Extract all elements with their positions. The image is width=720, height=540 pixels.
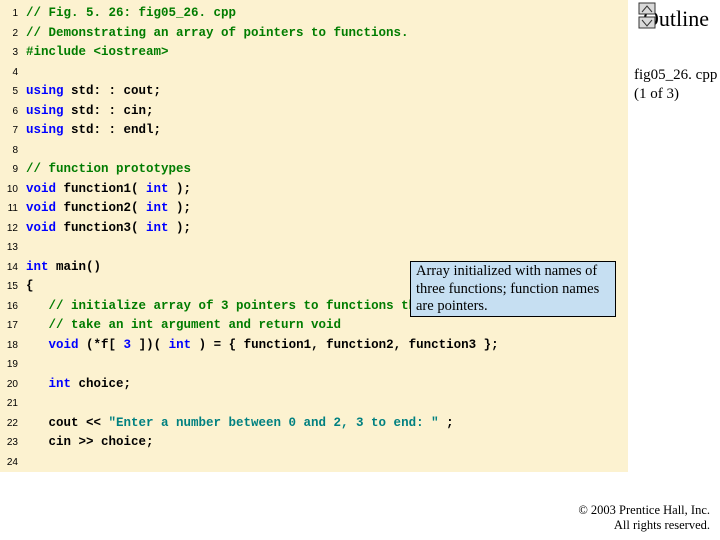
line-number: 5 [0, 82, 18, 102]
line-number: 17 [0, 316, 18, 336]
code-line: int choice; [26, 375, 499, 395]
code-line [26, 355, 499, 375]
code-line: #include <iostream> [26, 43, 499, 63]
line-number: 23 [0, 433, 18, 453]
line-number: 14 [0, 258, 18, 278]
code-line: void function1( int ); [26, 180, 499, 200]
annotation-callout: Array initialized with names of three fu… [410, 261, 616, 317]
line-number: 16 [0, 297, 18, 317]
code-line: void (*f[ 3 ])( int ) = { function1, fun… [26, 336, 499, 356]
line-number: 13 [0, 238, 18, 258]
line-number-gutter: 123456789101112131415161718192021222324 [0, 4, 18, 472]
code-line [26, 63, 499, 83]
copyright-line2: All rights reserved. [614, 518, 710, 532]
line-number: 21 [0, 394, 18, 414]
line-number: 10 [0, 180, 18, 200]
file-label: fig05_26. cpp (1 of 3) [634, 66, 720, 104]
code-panel: 123456789101112131415161718192021222324 … [0, 0, 628, 472]
file-part: (1 of 3) [634, 86, 679, 102]
outline-panel: Outline fig05_26. cpp (1 of 3) [632, 0, 720, 104]
copyright-line1: © 2003 Prentice Hall, Inc. [578, 503, 710, 517]
line-number: 1 [0, 4, 18, 24]
code-line: // Demonstrating an array of pointers to… [26, 24, 499, 44]
code-line: void function2( int ); [26, 199, 499, 219]
code-line [26, 238, 499, 258]
line-number: 15 [0, 277, 18, 297]
line-number: 4 [0, 63, 18, 83]
code-line [26, 141, 499, 161]
line-number: 11 [0, 199, 18, 219]
code-line: using std: : cin; [26, 102, 499, 122]
line-number: 24 [0, 453, 18, 473]
code-line: using std: : cout; [26, 82, 499, 102]
code-line: using std: : endl; [26, 121, 499, 141]
line-number: 9 [0, 160, 18, 180]
code-listing: // Fig. 5. 26: fig05_26. cpp// Demonstra… [26, 4, 499, 472]
code-line: // function prototypes [26, 160, 499, 180]
line-number: 12 [0, 219, 18, 239]
line-number: 3 [0, 43, 18, 63]
code-line [26, 394, 499, 414]
line-number: 8 [0, 141, 18, 161]
code-line: cin >> choice; [26, 433, 499, 453]
code-line: // Fig. 5. 26: fig05_26. cpp [26, 4, 499, 24]
file-name: fig05_26. cpp [634, 67, 717, 83]
code-line: cout << "Enter a number between 0 and 2,… [26, 414, 499, 434]
line-number: 7 [0, 121, 18, 141]
code-line: void function3( int ); [26, 219, 499, 239]
line-number: 19 [0, 355, 18, 375]
code-line: // take an int argument and return void [26, 316, 499, 336]
line-number: 6 [0, 102, 18, 122]
line-number: 18 [0, 336, 18, 356]
copyright: © 2003 Prentice Hall, Inc. All rights re… [578, 503, 710, 534]
line-number: 20 [0, 375, 18, 395]
line-number: 2 [0, 24, 18, 44]
code-line [26, 453, 499, 473]
nav-icons [638, 2, 658, 32]
line-number: 22 [0, 414, 18, 434]
